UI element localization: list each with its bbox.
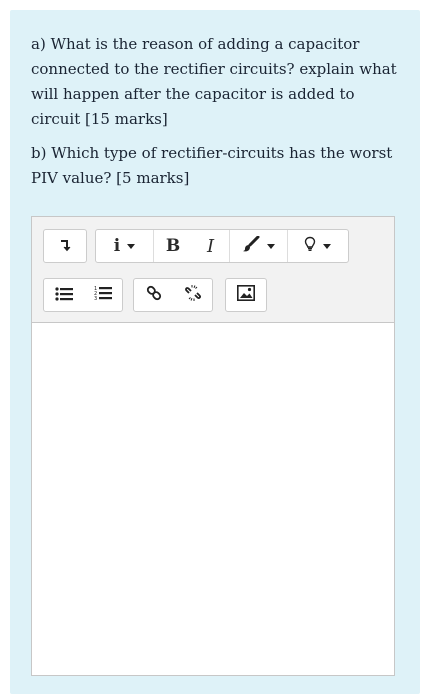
link-icon (145, 284, 163, 306)
question-part-b: b) Which type of rectifier-circuits has … (31, 144, 393, 187)
ordered-list-button[interactable]: 1 2 3 (83, 279, 122, 311)
unordered-list-icon (54, 286, 73, 305)
link-button[interactable] (134, 279, 173, 311)
lightbulb-icon (304, 236, 316, 256)
insert-equation-button[interactable] (288, 230, 346, 262)
toolbar-group-links (133, 278, 213, 312)
chevron-down-icon (127, 243, 136, 249)
question-part-a: a) What is the reason of adding a capaci… (31, 35, 397, 128)
toolbar-group-style: i B I (95, 229, 349, 263)
image-icon (237, 285, 255, 305)
svg-text:3: 3 (94, 296, 97, 301)
font-color-button[interactable] (230, 230, 288, 262)
toolbar-group-toggle (43, 229, 87, 263)
italic-icon: I (206, 235, 215, 257)
chevron-down-icon (322, 243, 331, 249)
italic-button[interactable]: I (192, 230, 230, 262)
unlink-button[interactable] (173, 279, 212, 311)
answer-editor: i B I 1 2 3 (31, 216, 395, 676)
toolbar-group-media (225, 278, 267, 312)
editor-toolbar: i B I 1 2 3 (32, 217, 394, 323)
bold-icon: B (165, 236, 181, 256)
toggle-toolbar-button[interactable] (44, 230, 86, 262)
font-color-icon (242, 235, 260, 256)
paragraph-styles-icon: i (113, 236, 121, 256)
chevron-down-icon (267, 243, 275, 249)
toolbar-group-lists: 1 2 3 (43, 278, 123, 312)
ordered-list-icon: 1 2 3 (94, 285, 112, 305)
insert-image-button[interactable] (226, 279, 266, 311)
paragraph-styles-button[interactable]: i (96, 230, 154, 262)
editor-content-area[interactable] (32, 323, 394, 675)
unordered-list-button[interactable] (44, 279, 83, 311)
unlink-icon (183, 283, 203, 307)
toggle-toolbar-icon (59, 237, 71, 256)
bold-button[interactable]: B (154, 230, 192, 262)
question-text: a) What is the reason of adding a capaci… (31, 32, 403, 191)
